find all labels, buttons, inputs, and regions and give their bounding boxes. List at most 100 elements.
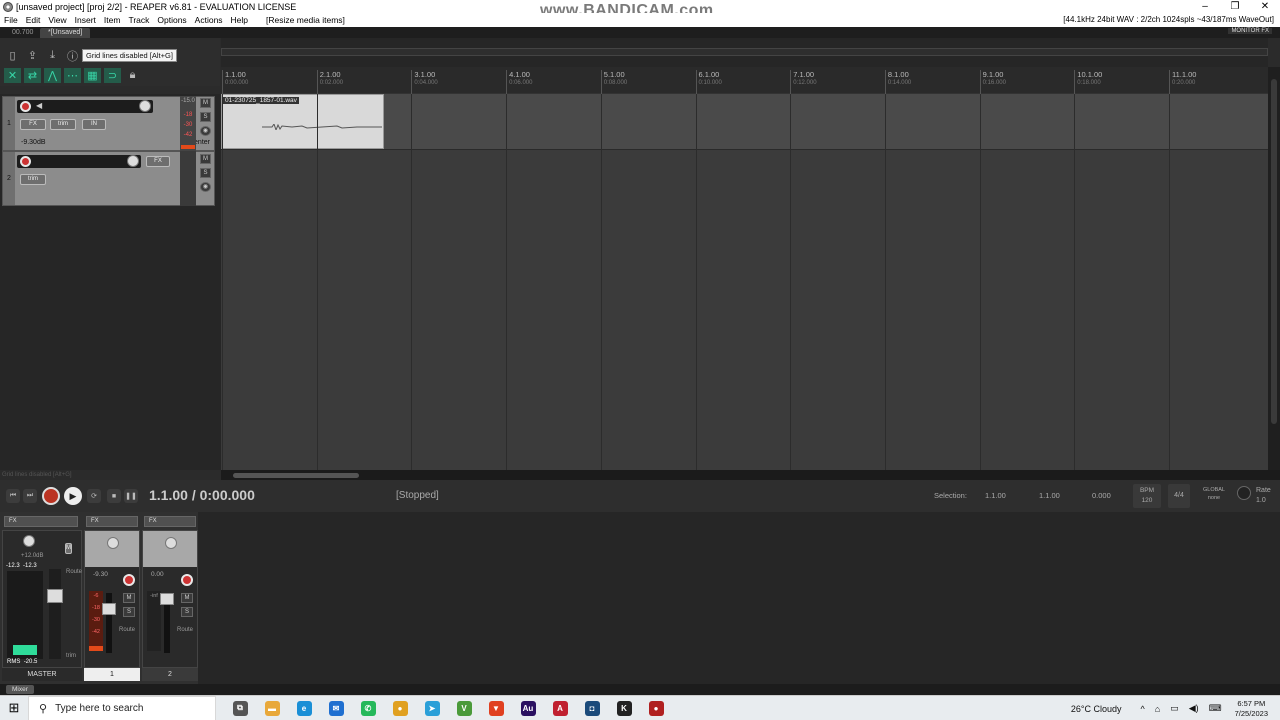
selection-length[interactable]: 0.000 [1092, 491, 1111, 500]
horizontal-scrollbar[interactable] [221, 470, 1280, 480]
mute-button[interactable]: M [123, 593, 135, 603]
project-tab[interactable]: *[Unsaved] [40, 27, 91, 38]
snap-icon[interactable]: ⊃ [104, 68, 121, 83]
monitor-button[interactable]: ◉ [200, 126, 211, 136]
trim-button[interactable]: trim [20, 174, 46, 185]
rate-box[interactable]: Rate 1.0 [1256, 486, 1271, 506]
menu-view[interactable]: View [44, 15, 70, 25]
master-pan-knob[interactable] [23, 535, 35, 547]
repeat-icon[interactable]: ⟳ [87, 489, 101, 503]
master-fader-cap[interactable] [47, 589, 63, 603]
master-fader[interactable] [47, 569, 63, 659]
solo-button[interactable]: S [181, 607, 193, 617]
monitor-button[interactable]: ◉ [200, 182, 211, 192]
strip-fader-cap[interactable] [160, 593, 174, 605]
minimize-button[interactable]: – [1190, 1, 1220, 12]
stop-button[interactable]: ■ [107, 489, 121, 503]
bandicam-app-icon[interactable]: ● [640, 696, 672, 720]
audition-app-icon[interactable]: Au [512, 696, 544, 720]
track-name-field[interactable]: ◀ [17, 100, 153, 113]
strip-2-label[interactable]: 2 [142, 668, 198, 681]
trim-button[interactable]: trim [50, 119, 76, 130]
record-arm-button[interactable] [20, 156, 31, 167]
global-automation-box[interactable]: GLOBAL none [1198, 484, 1230, 508]
ripple-edit-icon[interactable]: ✕ [4, 68, 21, 83]
master-label[interactable]: MASTER [2, 668, 82, 681]
whatsapp-app-icon[interactable]: ✆ [352, 696, 384, 720]
mute-button[interactable]: M [200, 154, 211, 164]
volume-knob[interactable] [127, 155, 139, 167]
capture-app-icon[interactable]: ◘ [576, 696, 608, 720]
audio-device-status[interactable]: [44.1kHz 24bit WAV : 2/2ch 1024spls ~43/… [1063, 15, 1274, 24]
record-arm-button[interactable] [20, 101, 31, 112]
mail-app-icon[interactable]: ✉ [320, 696, 352, 720]
solo-button[interactable]: S [200, 112, 211, 122]
item-grouping-icon[interactable]: ⇄ [24, 68, 41, 83]
chrome-app-icon[interactable]: ● [384, 696, 416, 720]
selection-start[interactable]: 1.1.00 [985, 491, 1006, 500]
network-icon[interactable]: ⌂ [1155, 704, 1160, 714]
maximize-button[interactable]: ❐ [1220, 1, 1250, 12]
pause-button[interactable]: ❚❚ [124, 489, 138, 503]
record-button[interactable] [42, 487, 60, 505]
menu-insert[interactable]: Insert [71, 15, 100, 25]
go-to-end-icon[interactable]: ⏭ [23, 489, 37, 503]
volume-icon[interactable]: ◀) [1189, 703, 1199, 714]
language-icon[interactable]: ⌨ [1209, 703, 1222, 714]
weather-widget[interactable]: 26°C Cloudy [1071, 704, 1122, 714]
strip-fader[interactable] [102, 593, 116, 653]
clock[interactable]: 6:57 PM 7/25/2023 [1235, 699, 1268, 719]
taskbar-search[interactable]: ⚲ Type here to search [28, 695, 216, 720]
pan-knob[interactable] [107, 537, 119, 549]
menu-edit[interactable]: Edit [22, 15, 45, 25]
strip-2-fx-bar[interactable]: FX [144, 516, 196, 527]
route-label[interactable]: Route [119, 627, 135, 633]
strip-1-label[interactable]: 1 [84, 668, 140, 681]
strip-fader[interactable] [160, 593, 174, 653]
selection-end[interactable]: 1.1.00 [1039, 491, 1060, 500]
lock-icon[interactable]: 🔒︎ [124, 68, 141, 83]
menu-options[interactable]: Options [153, 15, 190, 25]
timeline-ruler[interactable]: 1.1.00 0:00.000 2.1.00 0:02.000 3.1.00 0:04.0… [221, 67, 1268, 94]
strip-1-fx-bar[interactable]: FX [86, 516, 138, 527]
menu-item[interactable]: Item [100, 15, 125, 25]
time-signature[interactable]: 4/4 [1168, 484, 1190, 508]
new-project-icon[interactable]: ▯ [4, 48, 21, 63]
track-name-field[interactable] [17, 155, 141, 168]
arrange-view[interactable]: 01-230725_1857-01.wav [221, 94, 1268, 470]
mute-button[interactable]: M [181, 593, 193, 603]
solo-button[interactable]: S [123, 607, 135, 617]
volume-knob[interactable] [139, 100, 151, 112]
pan-knob[interactable] [165, 537, 177, 549]
play-button[interactable]: ▶ [64, 487, 82, 505]
go-to-start-icon[interactable]: ⏮ [6, 489, 20, 503]
edge-app-icon[interactable]: e [288, 696, 320, 720]
rate-knob[interactable] [1237, 486, 1251, 500]
menu-file[interactable]: File [0, 15, 22, 25]
vertical-scrollbar[interactable] [1268, 67, 1280, 470]
record-arm-button[interactable] [123, 574, 135, 586]
envelope-points-icon[interactable]: ⋯ [64, 68, 81, 83]
save-project-icon[interactable]: ⤓ [44, 48, 61, 63]
menu-help[interactable]: Help [227, 15, 252, 25]
telegram-app-icon[interactable]: ➤ [416, 696, 448, 720]
media-item[interactable]: 01-230725_1857-01.wav [221, 94, 384, 149]
master-route-label[interactable]: Route [66, 569, 82, 575]
menu-track[interactable]: Track [124, 15, 153, 25]
battery-icon[interactable]: ▭ [1170, 703, 1179, 714]
strip-header[interactable] [143, 531, 197, 567]
mute-button[interactable]: M [200, 98, 211, 108]
brave-app-icon[interactable]: ▼ [480, 696, 512, 720]
route-label[interactable]: Route [177, 627, 193, 633]
chevron-up-icon[interactable]: ^ [1141, 704, 1145, 714]
vivaldi-app-icon[interactable]: V [448, 696, 480, 720]
grid-icon[interactable]: ▦ [84, 68, 101, 83]
mixer-tab[interactable]: Mixer [6, 685, 34, 694]
affinity-app-icon[interactable]: A [544, 696, 576, 720]
record-arm-button[interactable] [181, 574, 193, 586]
file-explorer-app-icon[interactable]: ▬ [256, 696, 288, 720]
close-button[interactable]: ✕ [1250, 1, 1280, 12]
fx-button[interactable]: FX [20, 119, 46, 130]
monitor-fx-button[interactable]: MONITOR FX [1228, 28, 1272, 34]
auto-crossfade-icon[interactable]: ⋀ [44, 68, 61, 83]
